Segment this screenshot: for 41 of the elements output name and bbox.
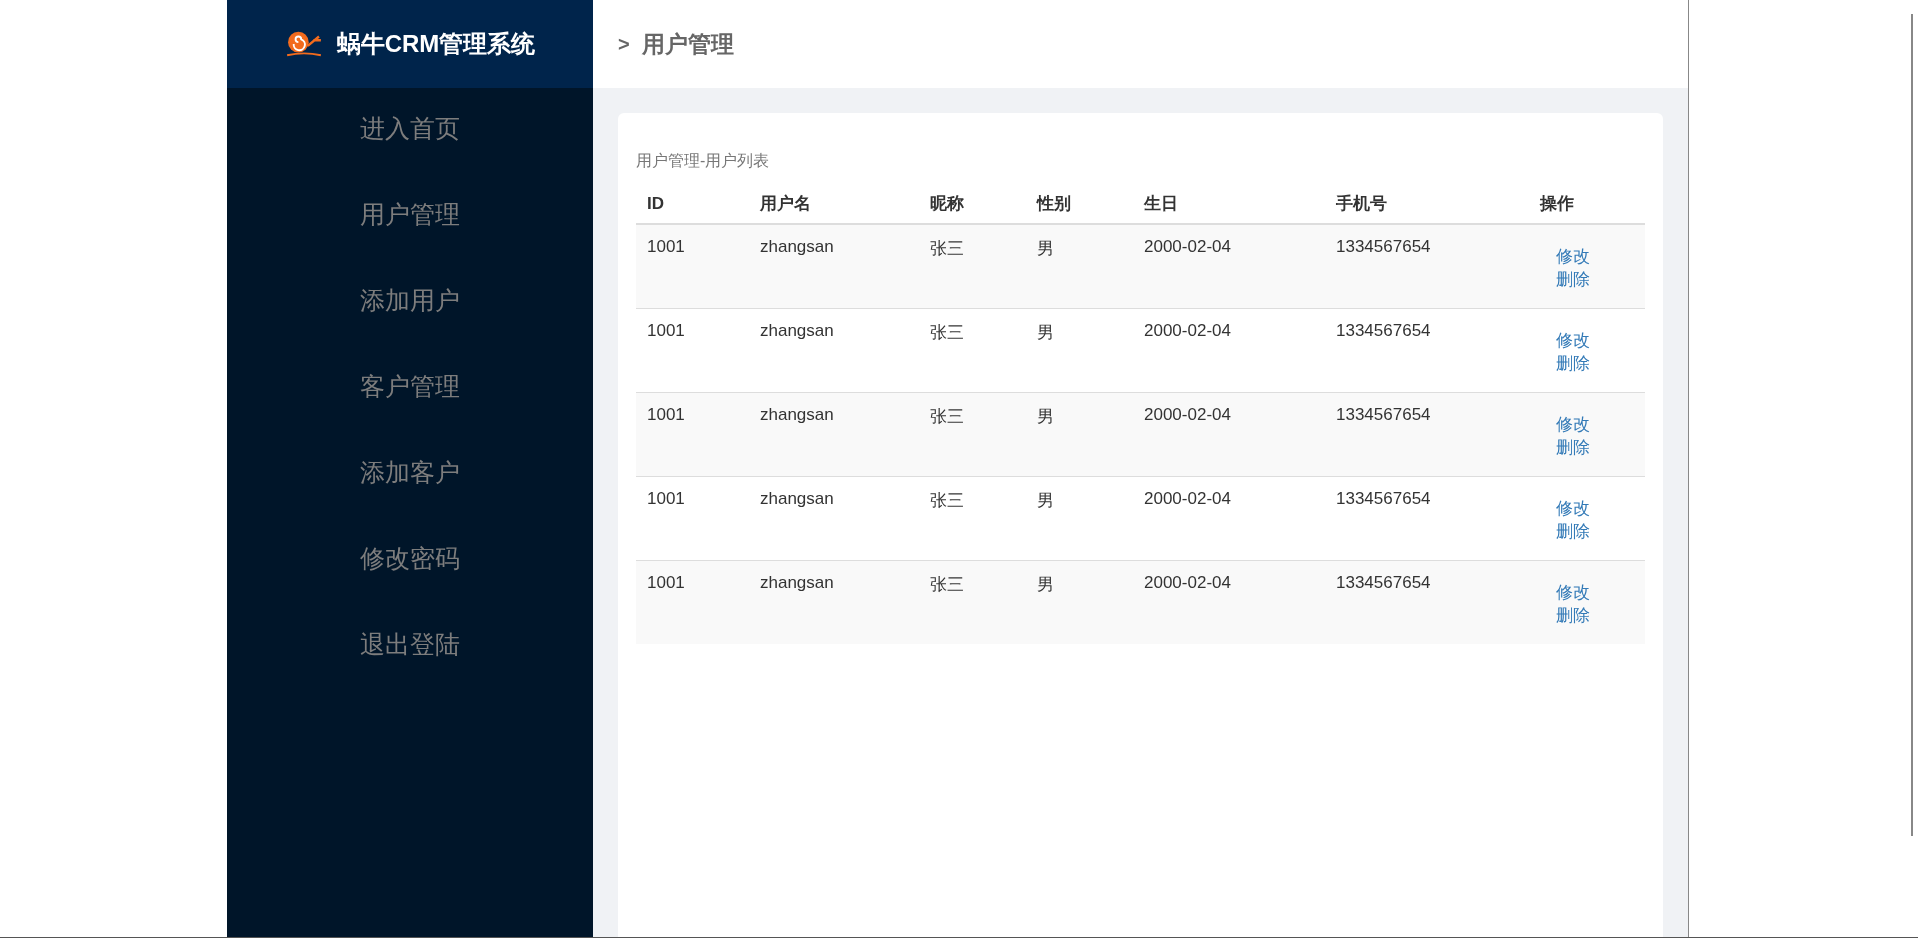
table-cell: 1334567654 xyxy=(1325,560,1529,644)
table-cell: 2000-02-04 xyxy=(1133,224,1325,309)
sidebar-item[interactable]: 退出登陆 xyxy=(227,623,593,709)
table-cell: 男 xyxy=(1026,560,1133,644)
app-title: 蜗牛CRM管理系统 xyxy=(336,29,536,59)
breadcrumb-separator: > xyxy=(618,32,630,56)
sidebar-item[interactable]: 客户管理 xyxy=(227,365,593,451)
table-cell: 1334567654 xyxy=(1325,224,1529,309)
edit-link[interactable]: 修改 xyxy=(1556,499,1590,518)
table-cell: 2000-02-04 xyxy=(1133,392,1325,477)
breadcrumb-title: 用户管理 xyxy=(641,29,734,59)
sidebar-item[interactable]: 用户管理 xyxy=(227,193,593,279)
table-cell: zhangsan xyxy=(749,224,919,309)
panel-caption: 用户管理-用户列表 xyxy=(636,151,771,171)
delete-link[interactable]: 删除 xyxy=(1556,606,1590,625)
table-cell: 张三 xyxy=(919,560,1026,644)
table-cell: 1001 xyxy=(636,392,749,477)
edit-link[interactable]: 修改 xyxy=(1556,331,1590,350)
sidebar-item[interactable]: 修改密码 xyxy=(227,537,593,623)
table-cell: 张三 xyxy=(919,392,1026,477)
table-cell: zhangsan xyxy=(749,560,919,644)
delete-link[interactable]: 删除 xyxy=(1556,354,1590,373)
sidebar-item[interactable]: 添加客户 xyxy=(227,451,593,537)
delete-link[interactable]: 删除 xyxy=(1556,522,1590,541)
edit-link[interactable]: 修改 xyxy=(1556,583,1590,602)
table-cell: 张三 xyxy=(919,224,1026,309)
scrollbar[interactable] xyxy=(1911,14,1913,836)
table-cell: 1001 xyxy=(636,560,749,644)
edit-link[interactable]: 修改 xyxy=(1556,415,1590,434)
sidebar-item[interactable]: 进入首页 xyxy=(227,107,593,193)
table-cell: 男 xyxy=(1026,392,1133,477)
table-cell: 男 xyxy=(1026,224,1133,309)
sidebar-item[interactable]: 添加用户 xyxy=(227,279,593,365)
table-cell: 1334567654 xyxy=(1325,392,1529,477)
delete-link[interactable]: 删除 xyxy=(1556,270,1590,289)
delete-link[interactable]: 删除 xyxy=(1556,438,1590,457)
table-cell: 1001 xyxy=(636,224,749,309)
snail-icon xyxy=(284,29,323,59)
table-cell: zhangsan xyxy=(749,392,919,477)
edit-link[interactable]: 修改 xyxy=(1556,247,1590,266)
table-cell: 2000-02-04 xyxy=(1133,560,1325,644)
